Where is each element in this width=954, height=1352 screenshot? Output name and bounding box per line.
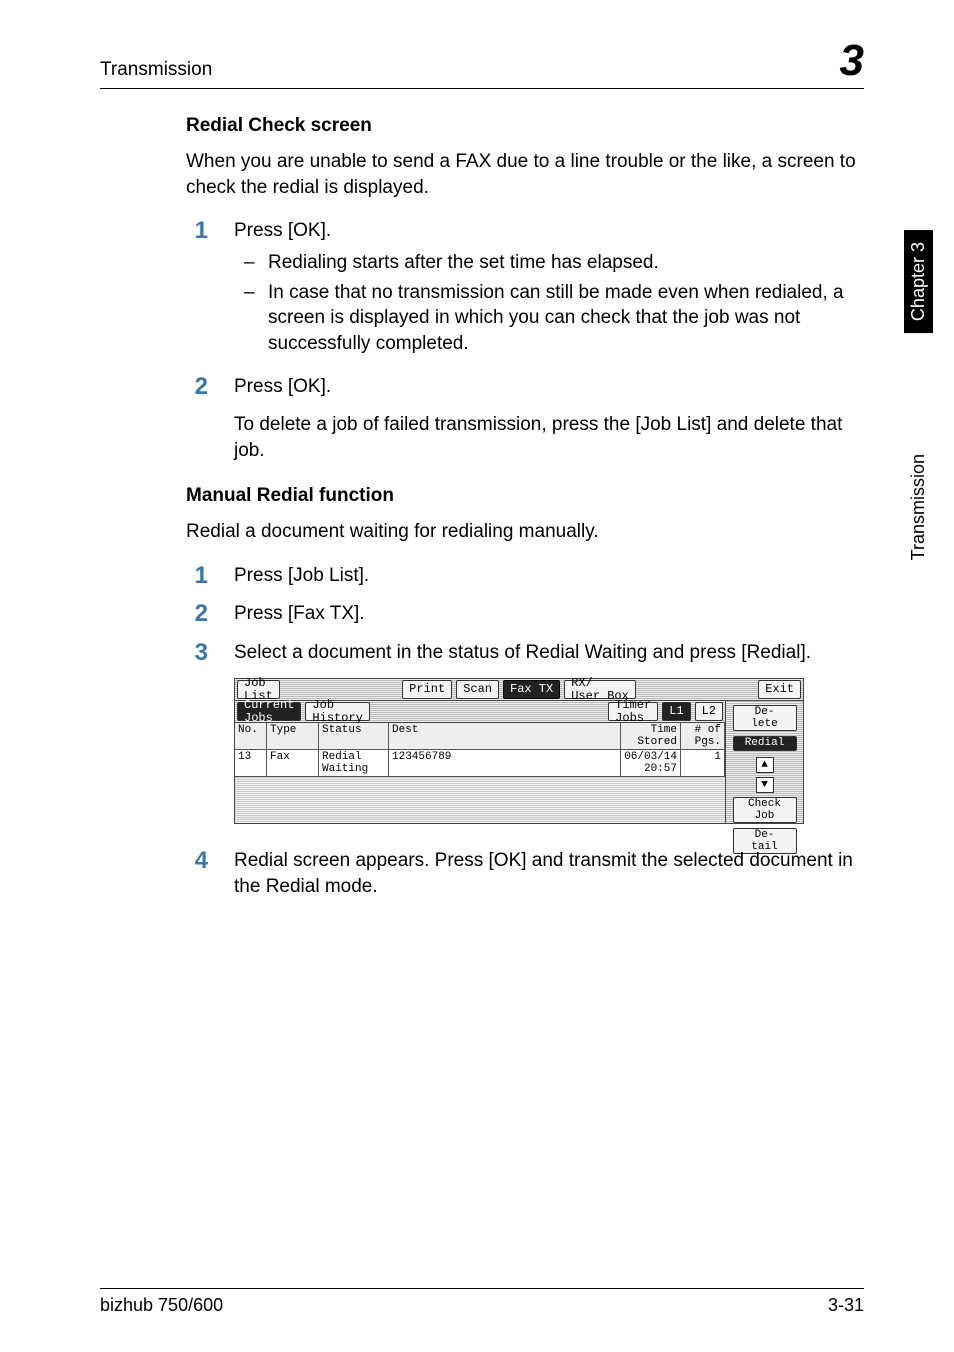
footer-model: bizhub 750/600 — [100, 1295, 223, 1316]
check-job-button[interactable]: Check Job — [733, 797, 797, 823]
cell-no: 13 — [235, 750, 267, 776]
intro-redial-check: When you are unable to send a FAX due to… — [186, 149, 864, 200]
step2b-text: To delete a job of failed transmission, … — [234, 412, 864, 463]
header-chapter-number: 3 — [840, 36, 864, 86]
table-row[interactable]: 13 Fax Redial Waiting 123456789 06/03/14… — [235, 750, 725, 777]
manual-step3: Select a document in the status of Redia… — [234, 640, 864, 666]
cell-dest: 123456789 — [389, 750, 621, 776]
col-header-time: Time Stored — [621, 723, 681, 749]
step-number-4: 4 — [186, 848, 208, 899]
col-header-status: Status — [319, 723, 389, 749]
down-arrow-icon[interactable]: ▼ — [756, 777, 774, 793]
col-header-type: Type — [267, 723, 319, 749]
step-number-2b: 2 — [186, 601, 208, 627]
side-tab-section: Transmission — [904, 442, 933, 572]
bullet-item: Redialing starts after the set time has … — [244, 250, 864, 276]
step2a-text: Press [OK]. — [234, 374, 864, 400]
bullet-item: In case that no transmission can still b… — [244, 280, 864, 357]
step-number-3: 3 — [186, 640, 208, 666]
exit-button[interactable]: Exit — [758, 680, 801, 699]
tab-timer-jobs[interactable]: Timer Jobs — [608, 702, 658, 721]
device-screen: Job List Print Scan Fax TX RX/ User Box … — [234, 678, 804, 824]
tab-print[interactable]: Print — [402, 680, 452, 699]
col-header-dest: Dest — [389, 723, 621, 749]
intro-manual-redial: Redial a document waiting for redialing … — [186, 519, 864, 545]
tab-job-list[interactable]: Job List — [237, 680, 280, 699]
manual-step2: Press [Fax TX]. — [234, 601, 864, 627]
tab-user-box[interactable]: RX/ User Box — [564, 680, 636, 699]
tab-fax-tx[interactable]: Fax TX — [503, 680, 560, 699]
step1-text: Press [OK]. — [234, 218, 864, 244]
tab-current-jobs[interactable]: Current Jobs — [237, 702, 301, 721]
side-tab-chapter: Chapter 3 — [904, 230, 933, 333]
blank-rows-area — [235, 777, 725, 823]
tab-scan[interactable]: Scan — [456, 680, 499, 699]
step-number-1: 1 — [186, 218, 208, 362]
tab-l2[interactable]: L2 — [695, 702, 723, 721]
col-header-no: No. — [235, 723, 267, 749]
manual-step4: Redial screen appears. Press [OK] and tr… — [234, 848, 864, 899]
tab-l1[interactable]: L1 — [662, 702, 690, 721]
footer-page-number: 3-31 — [828, 1295, 864, 1316]
step-number-1b: 1 — [186, 563, 208, 589]
cell-time: 06/03/14 20:57 — [621, 750, 681, 776]
redial-button[interactable]: Redial — [733, 736, 797, 750]
tab-job-history[interactable]: Job History — [305, 702, 369, 721]
cell-type: Fax — [267, 750, 319, 776]
cell-status: Redial Waiting — [319, 750, 389, 776]
up-arrow-icon[interactable]: ▲ — [756, 757, 774, 773]
col-header-pgs: # of Pgs. — [681, 723, 725, 749]
manual-step1: Press [Job List]. — [234, 563, 864, 589]
cell-pgs: 1 — [681, 750, 725, 776]
header-section-title: Transmission — [100, 59, 212, 81]
heading-manual-redial: Manual Redial function — [186, 485, 864, 507]
heading-redial-check: Redial Check screen — [186, 115, 864, 137]
step-number-2: 2 — [186, 374, 208, 463]
delete-button[interactable]: De- lete — [733, 705, 797, 731]
